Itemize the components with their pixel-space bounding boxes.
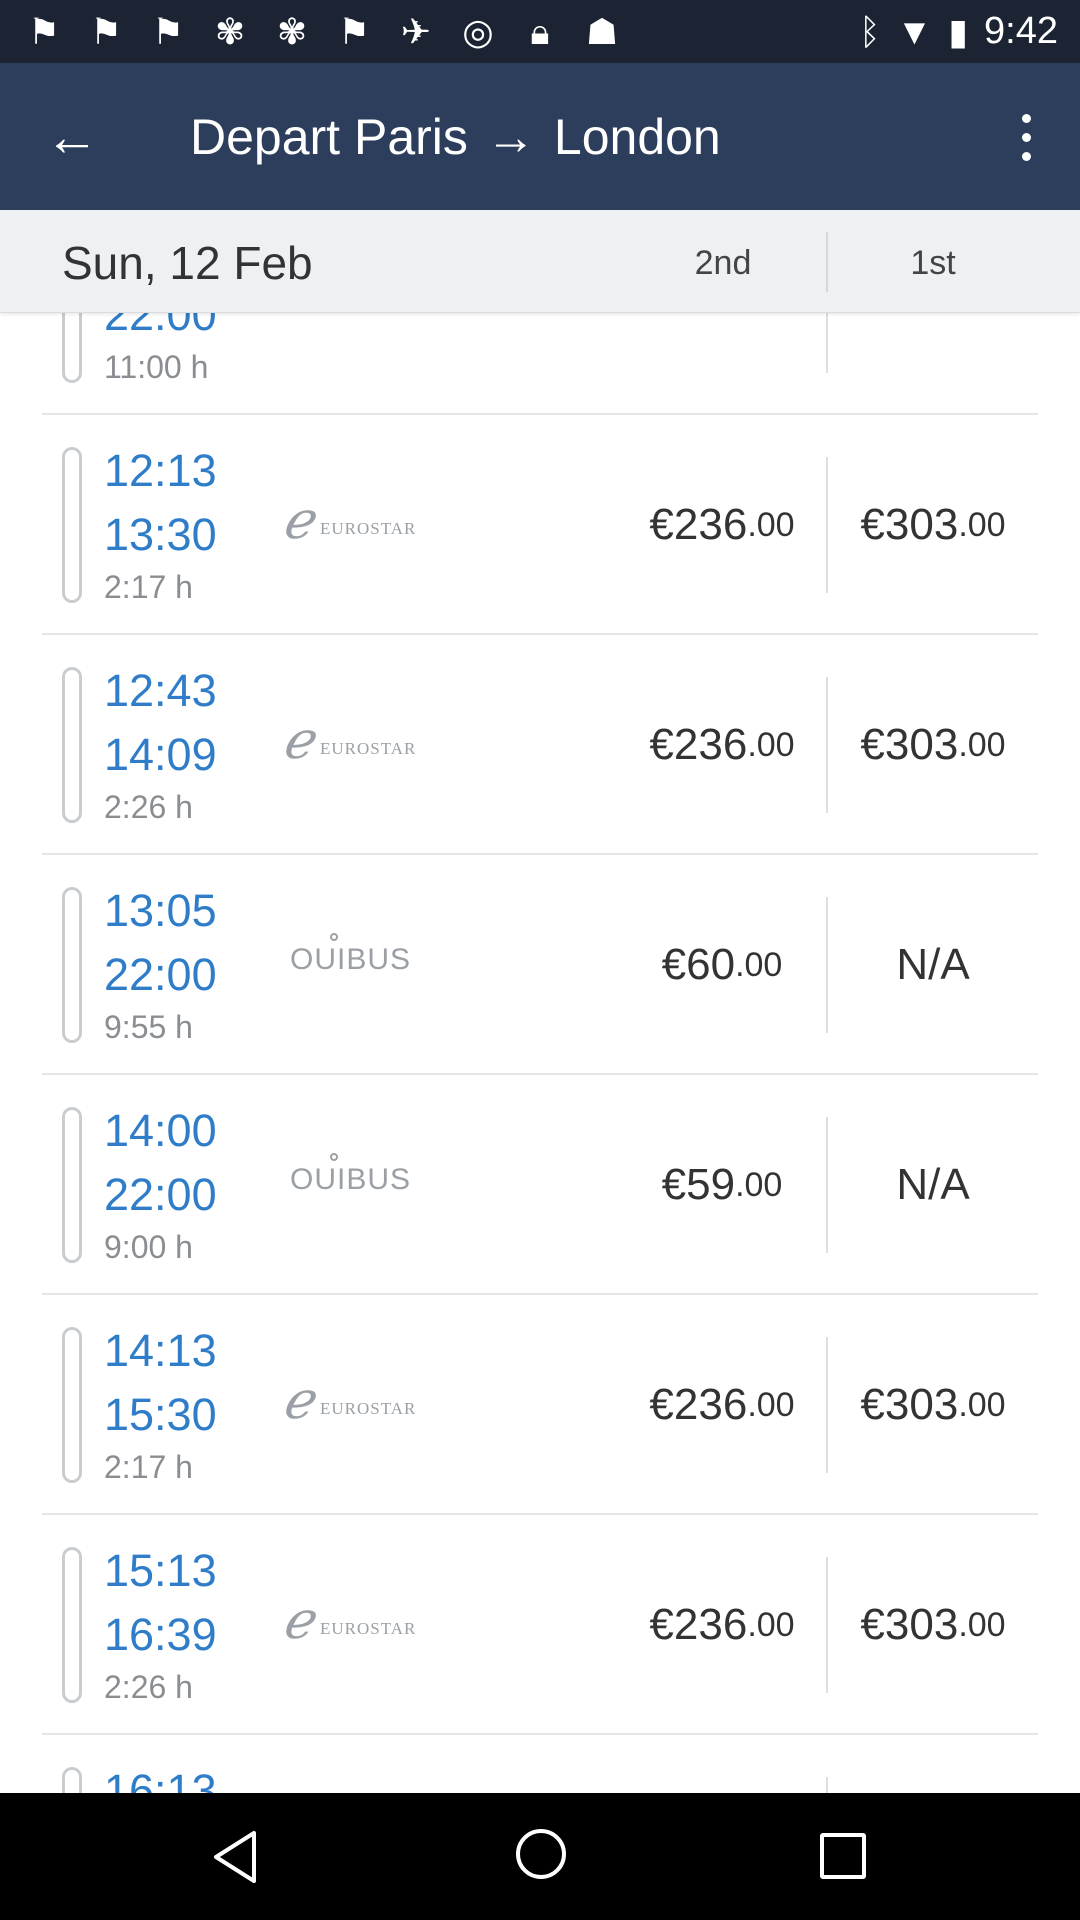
journey-row[interactable]: 13:05 22:00 9:55 h OUIBUS €60.00 N/A: [42, 855, 1038, 1075]
eurostar-logo: ℯ EUROSTAR: [282, 1593, 417, 1650]
price-2nd-class[interactable]: €60.00: [602, 855, 842, 1075]
time-bracket: [62, 447, 82, 603]
arrival-time: 22:00: [104, 313, 217, 340]
class-1st-header[interactable]: 1st: [848, 244, 1018, 283]
price-1st-class: N/A: [896, 1160, 970, 1209]
battery-icon: ▮: [948, 10, 969, 52]
duration: 2:17 h: [104, 1449, 193, 1485]
arrow-left-icon[interactable]: ←: [36, 101, 108, 173]
time-bracket: [62, 887, 82, 1043]
wifi-icon: ▼: [896, 10, 933, 52]
ribbon-icon: ✾: [276, 11, 308, 52]
status-bar: ⚑ ⚑ ⚑ ✾ ✾ ⚑ ✈ ◎ 🔒︎ ☗ ᛒ ▼ ▮ 9:42: [0, 0, 1080, 63]
duration: 9:55 h: [104, 1009, 193, 1045]
eurostar-logo: ℯ EUROSTAR: [282, 1373, 417, 1430]
journey-row[interactable]: 14:13 15:30 2:17 h ℯ EUROSTAR €236.00 €30…: [42, 1295, 1038, 1515]
arrival-time: 13:30: [104, 509, 217, 560]
price-2nd-class[interactable]: €236.00: [602, 1515, 842, 1735]
satellite-icon: ✈: [400, 11, 432, 52]
duration: 9:00 h: [104, 1229, 193, 1265]
duration: 11:00 h: [104, 349, 209, 385]
bluetooth-icon: ᛒ: [858, 10, 881, 52]
nav-recents-icon[interactable]: [820, 1833, 866, 1879]
clock: 9:42: [984, 10, 1058, 52]
journey-row[interactable]: 22:00 11:00 h: [42, 313, 1038, 415]
system-nav-bar: [0, 1793, 1080, 1920]
system-icons: ᛒ ▼ ▮ 9:42: [859, 10, 1058, 53]
price-1st-class[interactable]: €303.00: [828, 415, 1038, 635]
app-bar: ← Depart Paris → London: [0, 63, 1080, 210]
time-bracket: [62, 1327, 82, 1483]
lock-icon: 🔒︎: [530, 11, 550, 52]
price-2nd-class[interactable]: €236.00: [602, 415, 842, 635]
arrival-time: 22:00: [104, 949, 217, 1000]
time-bracket: [62, 1767, 82, 1793]
price-2nd-class[interactable]: €59.00: [602, 1075, 842, 1295]
more-vert-icon[interactable]: [994, 101, 1058, 173]
journey-list[interactable]: 22:00 11:00 h 12:13 13:30 2:17 h ℯ EUROST…: [0, 313, 1080, 1793]
arrival-time: 16:39: [104, 1609, 217, 1660]
journey-row[interactable]: 12:13 13:30 2:17 h ℯ EUROSTAR €236.00 €30…: [42, 415, 1038, 635]
price-1st-class[interactable]: €303.00: [828, 1295, 1038, 1515]
journey-row[interactable]: 15:13 16:39 2:26 h ℯ EUROSTAR €236.00 €30…: [42, 1515, 1038, 1735]
ouibus-logo: OUIBUS: [290, 933, 430, 991]
departure-time: 14:13: [104, 1325, 217, 1376]
arrival-time: 22:00: [104, 1169, 217, 1220]
flag-icon: ⚑: [151, 11, 185, 52]
record-icon: ◎: [462, 11, 494, 52]
column-divider: [826, 232, 828, 292]
time-bracket: [62, 1547, 82, 1703]
departure-time: 16:13: [104, 1765, 217, 1793]
arrival-time: 15:30: [104, 1389, 217, 1440]
ribbon-icon: ✾: [214, 11, 246, 52]
column-divider: [826, 1777, 828, 1793]
notification-icons: ⚑ ⚑ ⚑ ✾ ✾ ⚑ ✈ ◎ 🔒︎ ☗: [24, 12, 622, 52]
destination-label: London: [553, 109, 721, 165]
departure-time: 13:05: [104, 885, 217, 936]
departure-time: 15:13: [104, 1545, 217, 1596]
eurostar-logo: ℯ EUROSTAR: [282, 493, 417, 550]
eurostar-logo: ℯ EUROSTAR: [282, 713, 417, 770]
time-bracket: [62, 667, 82, 823]
nav-back-icon[interactable]: [210, 1829, 260, 1885]
arrow-right-icon: →: [485, 109, 536, 165]
price-1st-class[interactable]: €303.00: [828, 1515, 1038, 1735]
journey-row[interactable]: 14:00 22:00 9:00 h OUIBUS €59.00 N/A: [42, 1075, 1038, 1295]
date-header: Sun, 12 Feb 2nd 1st: [0, 210, 1080, 313]
departure-time: 12:43: [104, 665, 217, 716]
time-bracket: [62, 1107, 82, 1263]
flag-icon: ⚑: [337, 11, 371, 52]
journey-row[interactable]: 16:13: [42, 1735, 1038, 1793]
travel-date: Sun, 12 Feb: [62, 237, 313, 289]
origin-label: Depart Paris: [190, 109, 468, 165]
page-title: Depart Paris → London: [190, 107, 721, 167]
departure-time: 12:13: [104, 445, 217, 496]
time-bracket: [62, 313, 82, 383]
duration: 2:17 h: [104, 569, 193, 605]
ouibus-logo: OUIBUS: [290, 1153, 430, 1211]
price-2nd-class[interactable]: €236.00: [602, 635, 842, 855]
departure-time: 14:00: [104, 1105, 217, 1156]
duration: 2:26 h: [104, 1669, 193, 1705]
journey-row[interactable]: 12:43 14:09 2:26 h ℯ EUROSTAR €236.00 €30…: [42, 635, 1038, 855]
android-icon: ☗: [585, 11, 619, 52]
price-2nd-class[interactable]: €236.00: [602, 1295, 842, 1515]
nav-home-icon[interactable]: [516, 1829, 566, 1879]
price-1st-class[interactable]: €303.00: [828, 635, 1038, 855]
column-divider: [826, 313, 828, 373]
arrival-time: 14:09: [104, 729, 217, 780]
duration: 2:26 h: [104, 789, 193, 825]
class-2nd-header[interactable]: 2nd: [638, 244, 808, 283]
price-1st-class: N/A: [896, 940, 970, 989]
flag-icon: ⚑: [89, 11, 123, 52]
flag-icon: ⚑: [27, 11, 61, 52]
